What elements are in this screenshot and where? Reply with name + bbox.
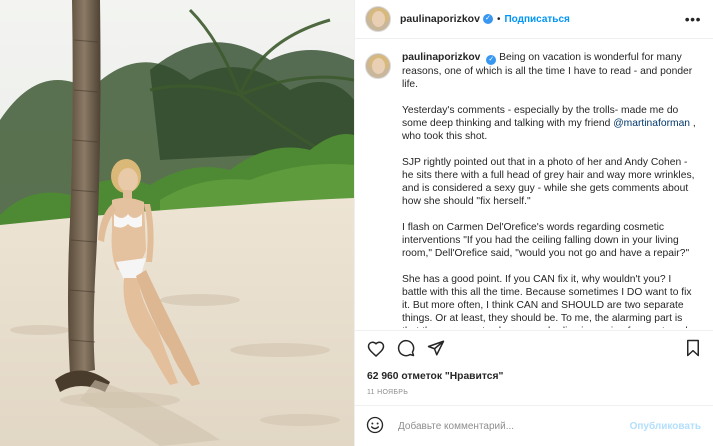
follow-button[interactable]: Подписаться (504, 14, 569, 25)
share-icon[interactable] (424, 336, 448, 360)
header-separator: • (496, 13, 501, 25)
caption-paragraph-2: Yesterday's comments - especially by the… (402, 104, 699, 143)
caption-paragraph-1: paulinaporizkov ✓ Being on vacation is w… (402, 51, 699, 91)
post-header: paulinaporizkov ✓ • Подписаться ••• (355, 0, 713, 39)
emoji-icon[interactable] (366, 416, 384, 437)
mention-link[interactable]: @martinaforman (613, 118, 690, 129)
caption-paragraph-4: I flash on Carmen Del'Orefice's words re… (402, 222, 690, 259)
verified-badge-icon: ✓ (482, 14, 493, 24)
publish-button[interactable]: Опубликовать (630, 421, 701, 432)
beach-photo-illustration (0, 0, 354, 446)
caption-username[interactable]: paulinaporizkov (402, 52, 480, 63)
author-avatar[interactable] (365, 6, 391, 32)
caption-area: paulinaporizkov ✓ Being on vacation is w… (355, 39, 713, 328)
action-bar (355, 330, 713, 365)
post-photo[interactable] (0, 0, 354, 446)
likes-count[interactable]: 62 960 отметок "Нравится" (355, 371, 713, 382)
caption-text: paulinaporizkov ✓ Being on vacation is w… (402, 51, 699, 328)
comment-icon[interactable] (394, 336, 418, 360)
heart-icon[interactable] (364, 336, 388, 360)
author-username[interactable]: paulinaporizkov (400, 13, 480, 25)
post-date[interactable]: 11 НОЯБРЬ (355, 389, 713, 396)
caption-author-avatar[interactable] (365, 53, 391, 79)
caption-paragraph-5: She has a good point. If you CAN fix it,… (402, 274, 692, 328)
post-sidebar: paulinaporizkov ✓ • Подписаться ••• paul… (354, 0, 713, 446)
caption-paragraph-3: SJP rightly pointed out that in a photo … (402, 157, 695, 207)
comment-box: Опубликовать (355, 405, 713, 446)
bookmark-icon[interactable] (681, 336, 705, 360)
verified-badge-icon: ✓ (486, 55, 497, 65)
instagram-post-view: paulinaporizkov ✓ • Подписаться ••• paul… (0, 0, 713, 446)
comment-input[interactable] (398, 420, 630, 432)
more-options-icon[interactable]: ••• (685, 11, 701, 27)
